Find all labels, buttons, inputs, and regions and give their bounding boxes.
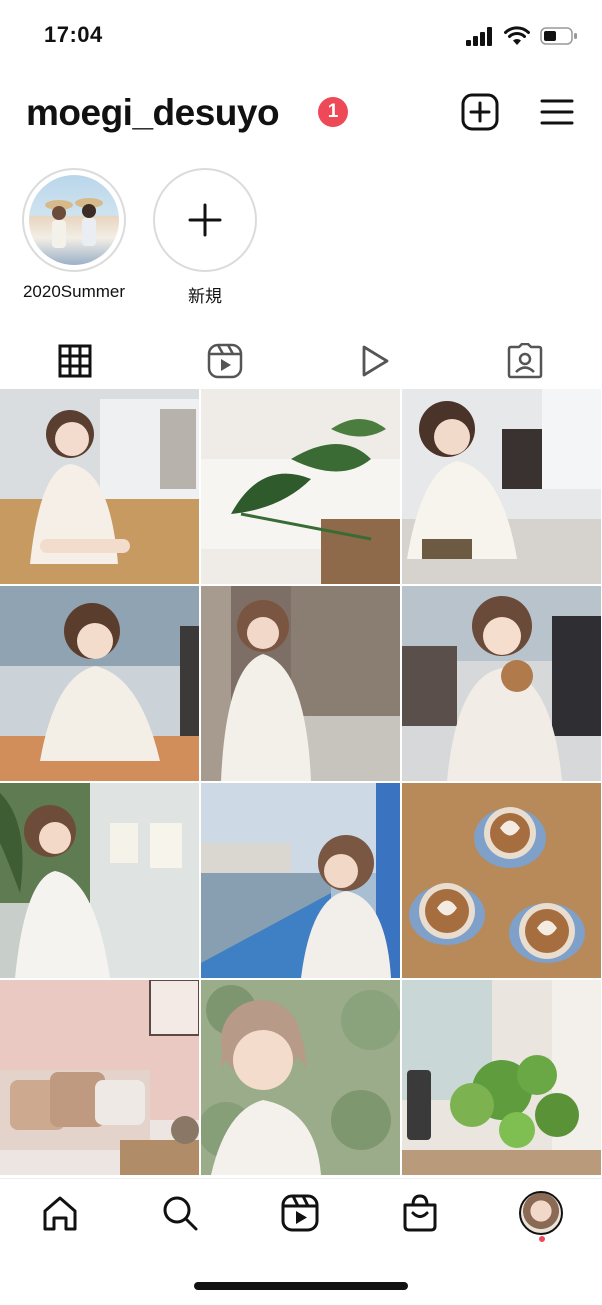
plus-icon [188, 203, 222, 237]
status-bar: 17:04 [0, 0, 602, 70]
post-thumbnail[interactable] [201, 783, 400, 978]
reels-icon [281, 1194, 319, 1232]
new-highlight-button[interactable]: 新規 [149, 168, 261, 307]
post-thumbnail[interactable] [402, 980, 601, 1175]
posts-grid [0, 389, 602, 1177]
nav-shop[interactable] [398, 1191, 442, 1235]
home-icon [43, 1196, 77, 1231]
status-time: 17:04 [44, 22, 103, 47]
profile-header: moegi_desuyo 1 [0, 84, 602, 140]
highlight-cover-image [29, 175, 119, 265]
profile-tabs [0, 336, 602, 388]
play-icon [362, 345, 389, 377]
post-thumbnail[interactable] [402, 783, 601, 978]
reels-icon [207, 343, 243, 379]
shop-icon [403, 1194, 437, 1232]
nav-reels[interactable] [278, 1191, 322, 1235]
nav-profile[interactable] [519, 1191, 563, 1235]
search-icon [163, 1196, 198, 1231]
post-thumbnail[interactable] [402, 389, 601, 584]
tab-reels[interactable] [150, 336, 300, 386]
battery-icon [540, 27, 577, 45]
highlight-ring [153, 168, 257, 272]
highlight-2020summer[interactable]: 2020Summer [18, 168, 130, 302]
bottom-navigation [0, 1178, 602, 1249]
tab-igtv[interactable] [300, 336, 450, 386]
notification-badge[interactable]: 1 [318, 97, 348, 127]
home-indicator [194, 1282, 408, 1290]
nav-home[interactable] [38, 1191, 82, 1235]
grid-icon [58, 344, 92, 378]
post-thumbnail[interactable] [201, 389, 400, 584]
profile-username[interactable]: moegi_desuyo [26, 92, 280, 134]
post-thumbnail[interactable] [0, 783, 199, 978]
post-thumbnail[interactable] [0, 980, 199, 1175]
status-icons [466, 26, 578, 46]
post-thumbnail[interactable] [402, 586, 601, 781]
post-thumbnail[interactable] [0, 389, 199, 584]
nav-search[interactable] [158, 1191, 202, 1235]
tagged-person-icon [507, 343, 543, 379]
tab-posts-grid[interactable] [0, 336, 150, 386]
menu-icon [540, 99, 574, 125]
profile-notification-dot [539, 1236, 545, 1242]
menu-button[interactable] [537, 92, 577, 132]
wifi-icon [504, 26, 530, 45]
post-thumbnail[interactable] [201, 586, 400, 781]
highlight-ring [22, 168, 126, 272]
highlight-label: 新規 [188, 287, 222, 306]
profile-avatar [519, 1191, 563, 1235]
highlight-label: 2020Summer [22, 282, 126, 301]
new-post-button[interactable] [460, 92, 500, 132]
post-thumbnail[interactable] [201, 980, 400, 1175]
new-post-icon [461, 93, 499, 131]
post-thumbnail[interactable] [0, 586, 199, 781]
story-highlights: 2020Summer 新規 [0, 168, 602, 308]
tab-tagged[interactable] [450, 336, 600, 386]
cellular-signal-icon [466, 27, 492, 46]
